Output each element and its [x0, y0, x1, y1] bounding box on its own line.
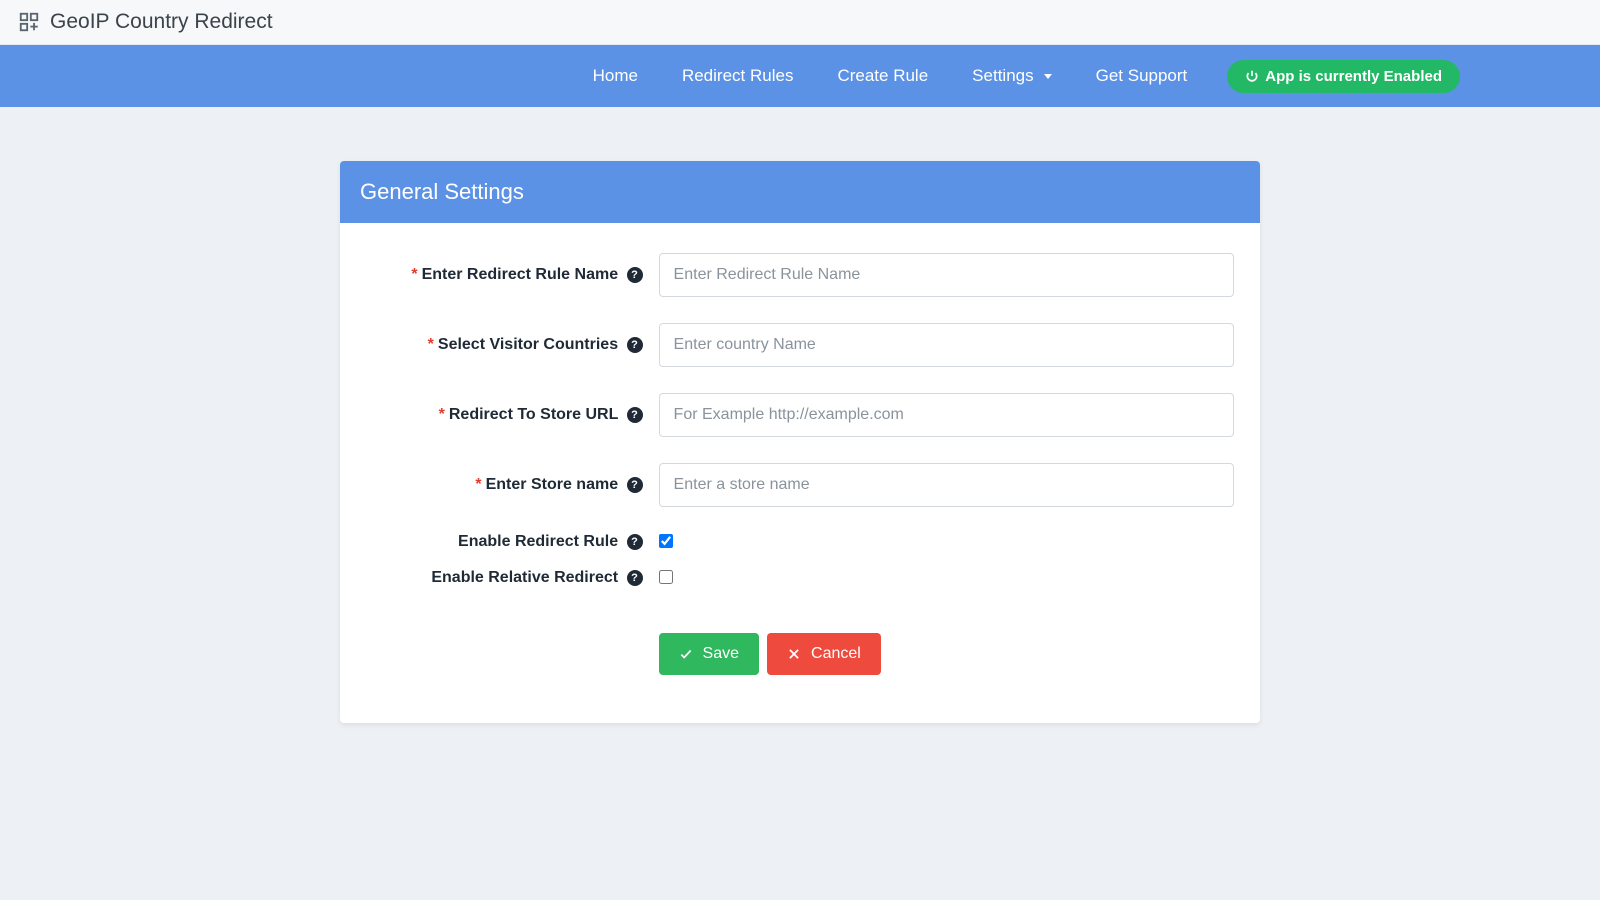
nav-create-rule[interactable]: Create Rule — [817, 48, 948, 104]
store-name-label: *Enter Store name ? — [358, 476, 659, 494]
app-title: GeoIP Country Redirect — [50, 10, 273, 34]
rule-name-label: *Enter Redirect Rule Name ? — [358, 266, 659, 284]
store-name-input[interactable] — [659, 463, 1234, 507]
help-icon[interactable]: ? — [627, 337, 643, 353]
rule-name-input[interactable] — [659, 253, 1234, 297]
app-status-toggle[interactable]: App is currently Enabled — [1227, 60, 1460, 93]
cancel-button[interactable]: Cancel — [767, 633, 881, 675]
enable-rule-label: Enable Redirect Rule ? — [358, 533, 659, 551]
save-button-label: Save — [703, 645, 739, 663]
app-status-label: App is currently Enabled — [1265, 68, 1442, 85]
help-icon[interactable]: ? — [627, 267, 643, 283]
save-button[interactable]: Save — [659, 633, 759, 675]
visitor-countries-input[interactable] — [659, 323, 1234, 367]
nav-home[interactable]: Home — [573, 48, 658, 104]
help-icon[interactable]: ? — [627, 534, 643, 550]
nav-settings[interactable]: Settings — [952, 48, 1071, 104]
check-icon — [679, 647, 693, 661]
chevron-down-icon — [1044, 74, 1052, 79]
nav-get-support[interactable]: Get Support — [1076, 48, 1208, 104]
dashboard-icon — [18, 11, 40, 33]
main-navbar: Home Redirect Rules Create Rule Settings… — [0, 45, 1600, 107]
settings-panel: General Settings *Enter Redirect Rule Na… — [340, 161, 1260, 723]
panel-heading: General Settings — [340, 161, 1260, 223]
store-url-input[interactable] — [659, 393, 1234, 437]
power-icon — [1245, 69, 1259, 83]
close-icon — [787, 647, 801, 661]
help-icon[interactable]: ? — [627, 570, 643, 586]
visitor-countries-label: *Select Visitor Countries ? — [358, 336, 659, 354]
store-url-label: *Redirect To Store URL ? — [358, 406, 659, 424]
top-header: GeoIP Country Redirect — [0, 0, 1600, 45]
help-icon[interactable]: ? — [627, 407, 643, 423]
cancel-button-label: Cancel — [811, 645, 861, 663]
enable-relative-checkbox[interactable] — [659, 570, 673, 584]
enable-relative-label: Enable Relative Redirect ? — [358, 569, 659, 587]
help-icon[interactable]: ? — [627, 477, 643, 493]
enable-rule-checkbox[interactable] — [659, 534, 673, 548]
nav-settings-label: Settings — [972, 66, 1033, 86]
nav-redirect-rules[interactable]: Redirect Rules — [662, 48, 814, 104]
